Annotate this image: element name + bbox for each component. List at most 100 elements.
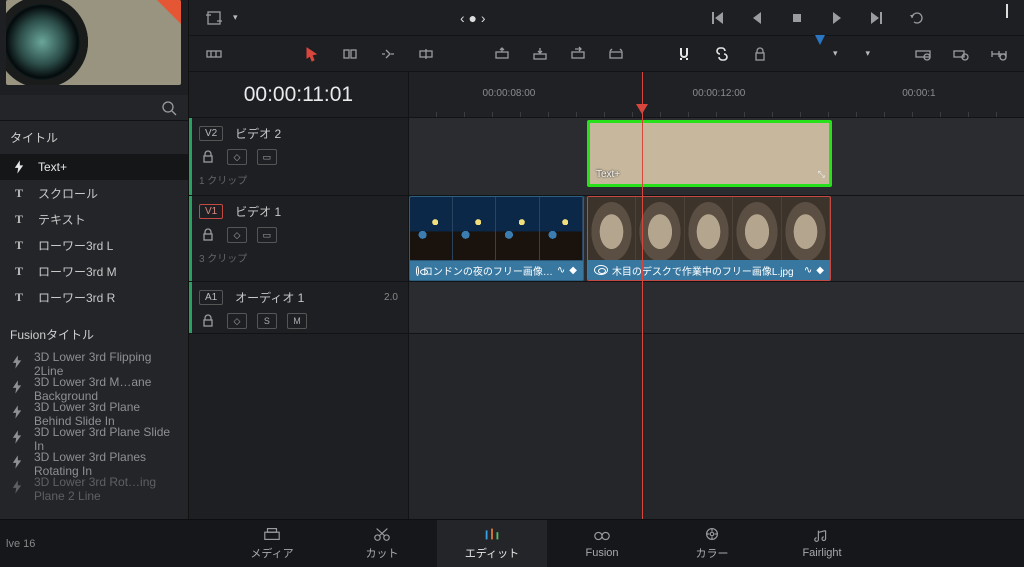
solo-button[interactable]: S xyxy=(257,313,277,329)
zoom-detail-icon[interactable] xyxy=(952,45,970,63)
edit-toolbar: ▾ ▾ xyxy=(189,36,1024,72)
fusion-item-label: 3D Lower 3rd Rot…ing Plane 2 Line xyxy=(34,475,176,503)
timeline-canvas[interactable]: 00:00:08:00 00:00:12:00 00:00:1 Text+ ⤡ xyxy=(409,72,1024,519)
nav-label: Fairlight xyxy=(802,547,841,559)
lock-icon[interactable] xyxy=(199,148,217,166)
insert-clip-icon[interactable] xyxy=(493,45,511,63)
title-item-scroll[interactable]: T スクロール xyxy=(0,180,188,206)
lock-icon[interactable] xyxy=(199,312,217,330)
track-row-v2[interactable]: Text+ ⤡ xyxy=(409,118,1024,196)
stop-icon[interactable] xyxy=(788,9,806,27)
transport-controls xyxy=(708,9,926,27)
title-item-lower3rd-l[interactable]: T ローワー3rd L xyxy=(0,232,188,258)
lock-icon[interactable] xyxy=(751,45,769,63)
bolt-icon xyxy=(12,380,22,397)
zoom-custom-icon[interactable] xyxy=(990,45,1008,63)
bolt-icon xyxy=(12,480,22,497)
timeline-view-icon[interactable] xyxy=(205,45,223,63)
mute-button[interactable]: M xyxy=(287,313,307,329)
crop-icon[interactable] xyxy=(205,9,223,27)
track-header-v2[interactable]: V2ビデオ 2 ◇ ▭ 1 クリップ xyxy=(189,118,408,196)
clip-type-icon xyxy=(594,265,608,275)
nav-label: カット xyxy=(366,545,399,561)
titles-list: Text+ T スクロール T テキスト T ローワー3rd L T ローワー3… xyxy=(0,154,188,310)
fusion-item[interactable]: 3D Lower 3rd Plane Behind Slide In xyxy=(0,401,188,426)
lock-icon[interactable] xyxy=(199,226,217,244)
track-header-v1[interactable]: V1 ビデオ 1 ◇ ▭ 3 クリップ xyxy=(189,196,408,282)
last-frame-icon[interactable] xyxy=(868,9,886,27)
title-item-lower3rd-r[interactable]: T ローワー3rd R xyxy=(0,284,188,310)
track-row-v1[interactable]: ロンドンの夜のフリー画像…∿◆ 木目のデスクで作業中のフリー画像L.jpg∿◆ xyxy=(409,196,1024,282)
track-clip-count: 3 クリップ xyxy=(199,250,398,265)
track-badge[interactable]: V1 xyxy=(199,204,223,219)
fusion-item[interactable]: 3D Lower 3rd Flipping 2Line xyxy=(0,351,188,376)
fusion-item[interactable]: 3D Lower 3rd M…ane Background xyxy=(0,376,188,401)
text-icon: T xyxy=(12,212,26,227)
nav-fairlight[interactable]: Fairlight xyxy=(767,520,877,567)
track-name[interactable]: ビデオ 2 xyxy=(235,125,281,142)
nav-media[interactable]: メディア xyxy=(217,520,327,567)
clip-desk[interactable]: 木目のデスクで作業中のフリー画像L.jpg∿◆ xyxy=(587,196,831,281)
play-reverse-icon[interactable] xyxy=(748,9,766,27)
version-label: lve 16 xyxy=(0,538,80,550)
time-ruler[interactable]: 00:00:08:00 00:00:12:00 00:00:1 xyxy=(409,72,1024,118)
dynamic-trim-icon[interactable] xyxy=(379,45,397,63)
ruler-label: 00:00:12:00 xyxy=(693,88,746,99)
snap-icon[interactable] xyxy=(675,45,693,63)
nav-fusion[interactable]: Fusion xyxy=(547,520,657,567)
bolt-icon xyxy=(12,405,22,422)
fusion-item-label: 3D Lower 3rd M…ane Background xyxy=(34,375,176,403)
timecode[interactable]: 00:00:11:01 xyxy=(244,83,353,107)
nav-edit[interactable]: エディット xyxy=(437,520,547,567)
auto-select-icon[interactable]: ◇ xyxy=(227,313,247,329)
link-icon[interactable] xyxy=(713,45,731,63)
keyframe-icon: ◆ xyxy=(816,265,824,276)
trim-tool-icon[interactable] xyxy=(341,45,359,63)
clip-textplus[interactable]: Text+ ⤡ xyxy=(587,120,832,187)
track-headers: 00:00:11:01 V2ビデオ 2 ◇ ▭ 1 クリップ V1ビデオ xyxy=(189,72,409,519)
page-nav: lve 16 メディア カット エディット Fusion カラー Fairlig… xyxy=(0,519,1024,567)
loop-icon[interactable] xyxy=(908,9,926,27)
play-icon[interactable] xyxy=(828,9,846,27)
chevron-down-icon[interactable]: ▾ xyxy=(865,48,870,59)
track-name[interactable]: ビデオ 1 xyxy=(235,203,281,220)
chevron-down-icon[interactable]: ▾ xyxy=(233,12,238,23)
replace-clip-icon[interactable] xyxy=(569,45,587,63)
auto-select-icon[interactable]: ◇ xyxy=(227,227,247,243)
flag-icon[interactable] xyxy=(815,45,825,63)
nav-color[interactable]: カラー xyxy=(657,520,767,567)
title-item-lower3rd-m[interactable]: T ローワー3rd M xyxy=(0,258,188,284)
track-row-a1[interactable] xyxy=(409,282,1024,334)
fusion-item-label: 3D Lower 3rd Flipping 2Line xyxy=(34,350,176,378)
auto-select-icon[interactable]: ◇ xyxy=(227,149,247,165)
media-thumbnail[interactable] xyxy=(6,0,181,85)
clip-london[interactable]: ロンドンの夜のフリー画像…∿◆ xyxy=(409,196,584,281)
nav-cut[interactable]: カット xyxy=(327,520,437,567)
zoom-width-icon[interactable] xyxy=(914,45,932,63)
nav-label: Fusion xyxy=(585,547,618,559)
fusion-item[interactable]: 3D Lower 3rd Rot…ing Plane 2 Line xyxy=(0,476,188,501)
nav-label: カラー xyxy=(696,545,729,561)
viewer-position-indicator: ‹ ● › xyxy=(460,10,486,26)
track-badge[interactable]: A1 xyxy=(199,290,223,305)
video-enable-icon[interactable]: ▭ xyxy=(257,149,277,165)
viewer-toolbar: ▾ ‹ ● › xyxy=(189,0,1024,36)
track-header-a1[interactable]: A1オーディオ 12.0 ◇ S M xyxy=(189,282,408,334)
fit-to-fill-icon[interactable] xyxy=(607,45,625,63)
first-frame-icon[interactable] xyxy=(708,9,726,27)
title-item-text[interactable]: T テキスト xyxy=(0,206,188,232)
chevron-down-icon[interactable]: ▾ xyxy=(833,48,838,59)
text-icon: T xyxy=(12,264,26,279)
sidebar: タイトル Text+ T スクロール T テキスト T xyxy=(0,0,189,519)
search-icon[interactable] xyxy=(160,99,178,117)
track-badge[interactable]: V2 xyxy=(199,126,223,141)
title-item-textplus[interactable]: Text+ xyxy=(0,154,188,180)
track-name[interactable]: オーディオ 1 xyxy=(235,289,304,306)
fusion-item[interactable]: 3D Lower 3rd Planes Rotating In xyxy=(0,451,188,476)
blade-tool-icon[interactable] xyxy=(417,45,435,63)
overwrite-clip-icon[interactable] xyxy=(531,45,549,63)
selection-tool-icon[interactable] xyxy=(303,45,321,63)
timeline: 00:00:11:01 V2ビデオ 2 ◇ ▭ 1 クリップ V1ビデオ xyxy=(189,72,1024,519)
video-enable-icon[interactable]: ▭ xyxy=(257,227,277,243)
fusion-item[interactable]: 3D Lower 3rd Plane Slide In xyxy=(0,426,188,451)
